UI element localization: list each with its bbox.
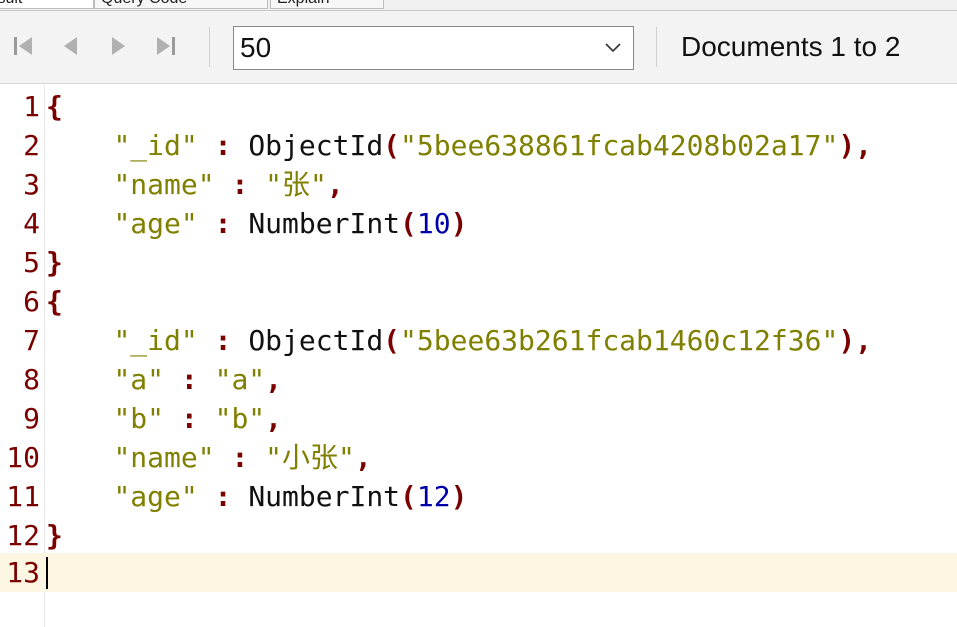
code-line: 4 "age" : NumberInt(10): [0, 204, 957, 243]
code-text: "age" : NumberInt(12): [113, 480, 468, 513]
code-text: "name" : "小张",: [113, 441, 372, 474]
code-line: 10 "name" : "小张",: [0, 438, 957, 477]
code-text: "b" : "b",: [113, 402, 283, 435]
text-caret: [46, 557, 48, 589]
line-number: 5: [23, 246, 40, 279]
json-editor[interactable]: 1 { 2 "_id" : ObjectId("5bee638861fcab42…: [0, 85, 957, 627]
previous-page-icon: [64, 37, 77, 55]
toolbar-separator: [656, 27, 657, 67]
function-name: ObjectId: [248, 129, 384, 162]
code-line: 5 }: [0, 243, 957, 282]
line-number: 7: [23, 324, 40, 357]
line-number: 3: [23, 168, 40, 201]
code-line: 1 {: [0, 87, 957, 126]
field-value: 10: [416, 207, 451, 240]
code-line: 6 {: [0, 282, 957, 321]
code-line: 9 "b" : "b",: [0, 399, 957, 438]
tab-strip: Result Query Code Explain: [0, 0, 957, 11]
line-number: 1: [23, 90, 40, 123]
field-key: "_id": [113, 129, 198, 162]
line-number: 9: [23, 402, 40, 435]
field-key: "_id": [113, 324, 198, 357]
tab-explain[interactable]: Explain: [270, 0, 384, 9]
field-value: "5bee63b261fcab1460c12f36": [400, 324, 839, 357]
field-key: "name": [113, 168, 215, 201]
line-number: 6: [23, 285, 40, 318]
tab-query-code[interactable]: Query Code: [94, 0, 268, 9]
code-line: 3 "name" : "张",: [0, 165, 957, 204]
field-key: "a": [113, 363, 165, 396]
field-value: "小张": [265, 441, 355, 474]
field-value: 12: [416, 480, 451, 513]
code-text: }: [46, 519, 63, 552]
code-text: "_id" : ObjectId("5bee638861fcab4208b02a…: [113, 129, 873, 162]
field-key: "b": [113, 402, 165, 435]
line-number: 10: [6, 441, 40, 474]
page-size-select[interactable]: 50: [233, 26, 634, 70]
chevron-down-icon[interactable]: [593, 42, 633, 54]
code-text: "_id" : ObjectId("5bee63b261fcab1460c12f…: [113, 324, 873, 357]
field-value: "a": [214, 363, 266, 396]
toolbar-separator: [209, 27, 210, 67]
code-text: }: [46, 246, 63, 279]
code-text: {: [46, 90, 63, 123]
field-value: "张": [265, 168, 327, 201]
code-line: 7 "_id" : ObjectId("5bee63b261fcab1460c1…: [0, 321, 957, 360]
line-number: 11: [6, 480, 40, 513]
page-size-value: 50: [240, 32, 272, 63]
first-page-icon: [14, 37, 32, 55]
results-toolbar: 50 Documents 1 to 2: [0, 11, 957, 84]
line-number: 13: [6, 556, 40, 589]
line-number: 2: [23, 129, 40, 162]
line-number: 4: [23, 207, 40, 240]
code-line: 8 "a" : "a",: [0, 360, 957, 399]
code-text: {: [46, 285, 63, 318]
previous-page-button[interactable]: [55, 30, 87, 62]
code-line: 12 }: [0, 516, 957, 555]
tab-result[interactable]: Result: [0, 0, 94, 9]
current-code-line[interactable]: 13: [0, 553, 957, 592]
next-page-icon: [112, 37, 125, 55]
code-line: 11 "age" : NumberInt(12): [0, 477, 957, 516]
field-key: "age": [113, 207, 198, 240]
field-key: "age": [113, 480, 198, 513]
line-number: 8: [23, 363, 40, 396]
code-text: "age" : NumberInt(10): [113, 207, 468, 240]
last-page-button[interactable]: [149, 30, 181, 62]
code-text: "name" : "张",: [113, 168, 344, 201]
field-value: "5bee638861fcab4208b02a17": [400, 129, 839, 162]
next-page-button[interactable]: [102, 30, 134, 62]
line-number: 12: [6, 519, 40, 552]
function-name: NumberInt: [248, 480, 401, 513]
code-text: "a" : "a",: [113, 363, 283, 396]
code-line: 2 "_id" : ObjectId("5bee638861fcab4208b0…: [0, 126, 957, 165]
function-name: ObjectId: [248, 324, 384, 357]
documents-count: Documents 1 to 2: [681, 31, 901, 62]
field-key: "name": [113, 441, 215, 474]
field-value: "b": [214, 402, 266, 435]
last-page-icon: [157, 37, 175, 55]
first-page-button[interactable]: [8, 30, 40, 62]
function-name: NumberInt: [248, 207, 401, 240]
